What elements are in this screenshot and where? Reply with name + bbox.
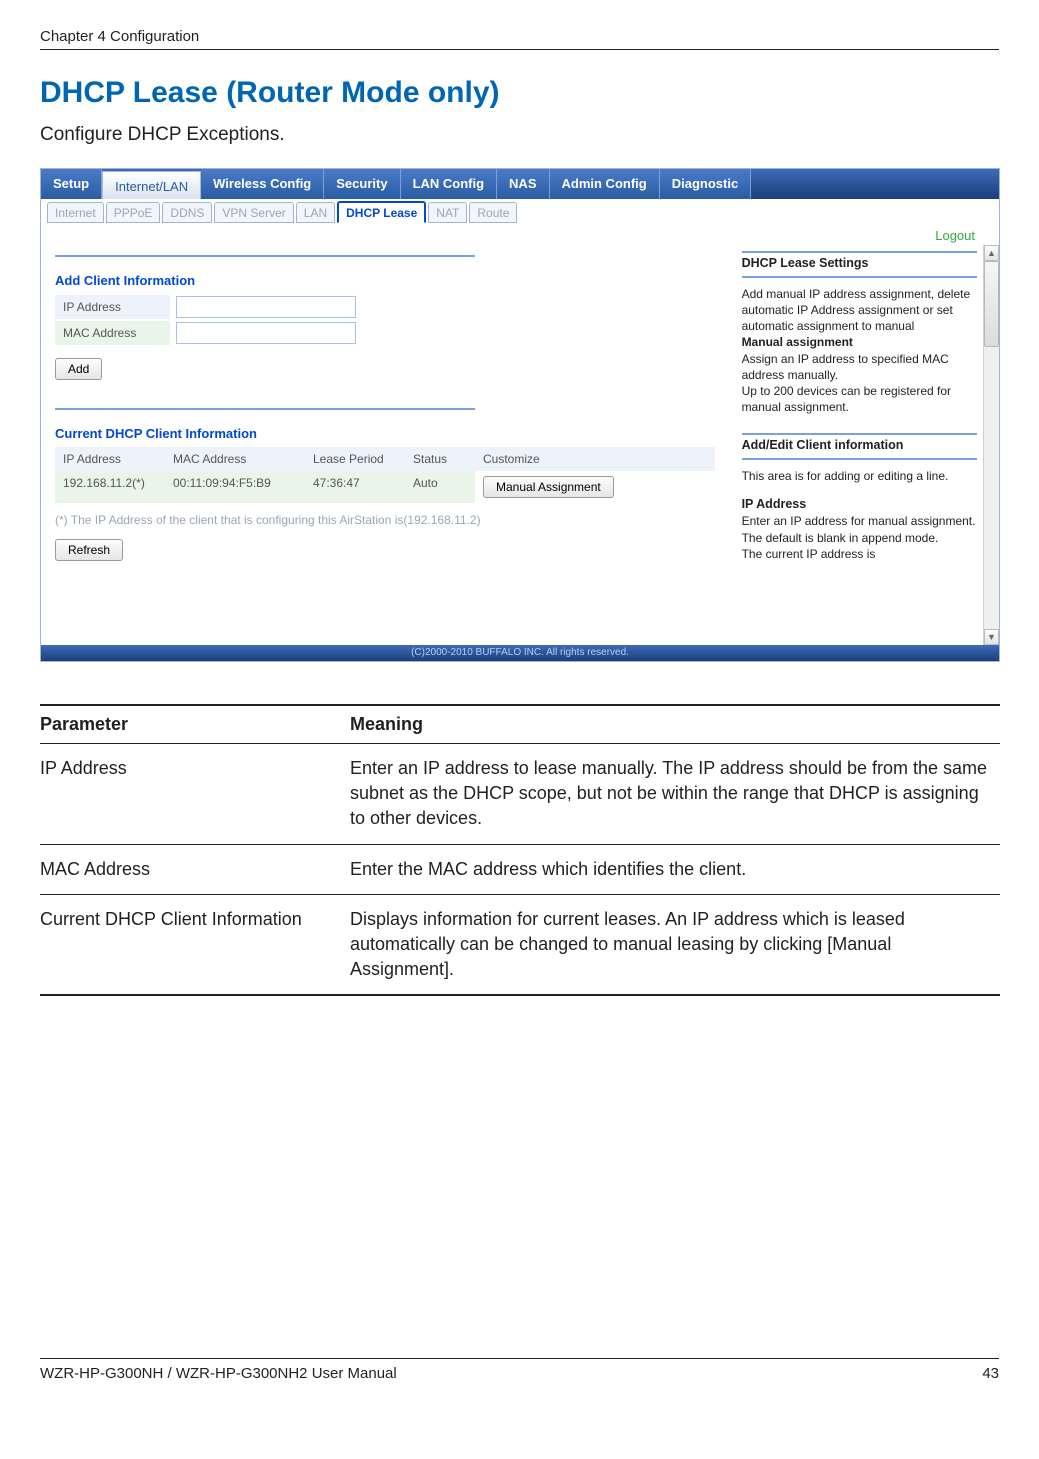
cell-mac: 00:11:09:94:F5:B9 — [165, 471, 305, 503]
subtab-dhcp-lease[interactable]: DHCP Lease — [337, 201, 426, 223]
param-name: MAC Address — [40, 844, 350, 894]
parameter-table: Parameter Meaning IP Address Enter an IP… — [40, 704, 1000, 996]
sub-tab-bar: Internet PPPoE DDNS VPN Server LAN DHCP … — [41, 199, 999, 223]
manual-assignment-button[interactable]: Manual Assignment — [483, 476, 614, 498]
client-note: (*) The IP Address of the client that is… — [55, 513, 716, 527]
add-client-title: Add Client Information — [55, 273, 716, 288]
param-meaning: Enter an IP address to lease manually. T… — [350, 744, 1000, 845]
table-row: Current DHCP Client Information Displays… — [40, 894, 1000, 995]
dhcp-client-table: IP Address MAC Address Lease Period Stat… — [55, 447, 716, 503]
help-p6: The default is blank in append mode. — [742, 530, 981, 546]
help-h1: DHCP Lease Settings — [742, 255, 981, 272]
mac-address-label: MAC Address — [55, 321, 170, 346]
refresh-button[interactable]: Refresh — [55, 539, 123, 561]
help-p4: This area is for adding or editing a lin… — [742, 468, 981, 484]
add-button[interactable]: Add — [55, 358, 102, 380]
page-number: 43 — [982, 1365, 999, 1382]
tab-diagnostic[interactable]: Diagnostic — [660, 169, 751, 199]
subtab-lan[interactable]: LAN — [296, 202, 335, 223]
subtab-internet[interactable]: Internet — [47, 202, 104, 223]
th-parameter: Parameter — [40, 705, 350, 744]
logout-link[interactable]: Logout — [935, 228, 975, 243]
col-customize: Customize — [475, 447, 715, 471]
help-p3: Up to 200 devices can be registered for … — [742, 383, 981, 415]
router-screenshot: Setup Internet/LAN Wireless Config Secur… — [40, 168, 1000, 662]
ip-address-label: IP Address — [55, 295, 170, 320]
ip-address-input[interactable] — [176, 296, 356, 318]
subtab-vpn-server[interactable]: VPN Server — [214, 202, 293, 223]
th-meaning: Meaning — [350, 705, 1000, 744]
subtab-route[interactable]: Route — [469, 202, 517, 223]
help-h2: Add/Edit Client information — [742, 437, 981, 454]
help-p1: Add manual IP address assignment, delete… — [742, 286, 981, 335]
help-b1: Manual assignment — [742, 335, 853, 349]
param-meaning: Displays information for current leases.… — [350, 894, 1000, 995]
table-row: IP Address Enter an IP address to lease … — [40, 744, 1000, 845]
manual-title: WZR-HP-G300NH / WZR-HP-G300NH2 User Manu… — [40, 1365, 397, 1382]
scroll-thumb[interactable] — [984, 261, 999, 347]
tab-security[interactable]: Security — [324, 169, 400, 199]
screenshot-footer: (C)2000-2010 BUFFALO INC. All rights res… — [41, 645, 999, 661]
param-meaning: Enter the MAC address which identifies t… — [350, 844, 1000, 894]
param-name: Current DHCP Client Information — [40, 894, 350, 995]
page-footer: WZR-HP-G300NH / WZR-HP-G300NH2 User Manu… — [40, 1358, 999, 1382]
scroll-up-icon[interactable]: ▲ — [984, 245, 999, 261]
page-header: Chapter 4 Configuration — [40, 28, 999, 50]
cell-status: Auto — [405, 471, 475, 503]
help-p5: Enter an IP address for manual assignmen… — [742, 513, 981, 529]
col-mac: MAC Address — [165, 447, 305, 471]
scrollbar[interactable]: ▲ ▼ — [983, 245, 999, 645]
col-lease: Lease Period — [305, 447, 405, 471]
mac-address-input[interactable] — [176, 322, 356, 344]
scroll-down-icon[interactable]: ▼ — [984, 629, 999, 645]
subtab-pppoe[interactable]: PPPoE — [106, 202, 161, 223]
table-row: MAC Address Enter the MAC address which … — [40, 844, 1000, 894]
main-tab-bar: Setup Internet/LAN Wireless Config Secur… — [41, 169, 999, 199]
subtab-nat[interactable]: NAT — [428, 202, 467, 223]
tab-setup[interactable]: Setup — [41, 169, 102, 199]
param-name: IP Address — [40, 744, 350, 845]
help-h3: IP Address — [742, 496, 981, 513]
help-panel: DHCP Lease Settings Add manual IP addres… — [730, 245, 983, 645]
tab-wireless-config[interactable]: Wireless Config — [201, 169, 324, 199]
col-ip: IP Address — [55, 447, 165, 471]
tab-admin-config[interactable]: Admin Config — [550, 169, 660, 199]
help-p2: Assign an IP address to specified MAC ad… — [742, 351, 981, 383]
current-dhcp-title: Current DHCP Client Information — [55, 426, 716, 441]
section-title: DHCP Lease (Router Mode only) — [40, 76, 999, 110]
tab-internet-lan[interactable]: Internet/LAN — [102, 171, 201, 199]
tab-lan-config[interactable]: LAN Config — [401, 169, 497, 199]
section-intro: Configure DHCP Exceptions. — [40, 124, 999, 146]
cell-ip: 192.168.11.2(*) — [55, 471, 165, 503]
tab-nas[interactable]: NAS — [497, 169, 549, 199]
subtab-ddns[interactable]: DDNS — [162, 202, 212, 223]
cell-lease: 47:36:47 — [305, 471, 405, 503]
help-p7: The current IP address is — [742, 546, 981, 562]
col-status: Status — [405, 447, 475, 471]
